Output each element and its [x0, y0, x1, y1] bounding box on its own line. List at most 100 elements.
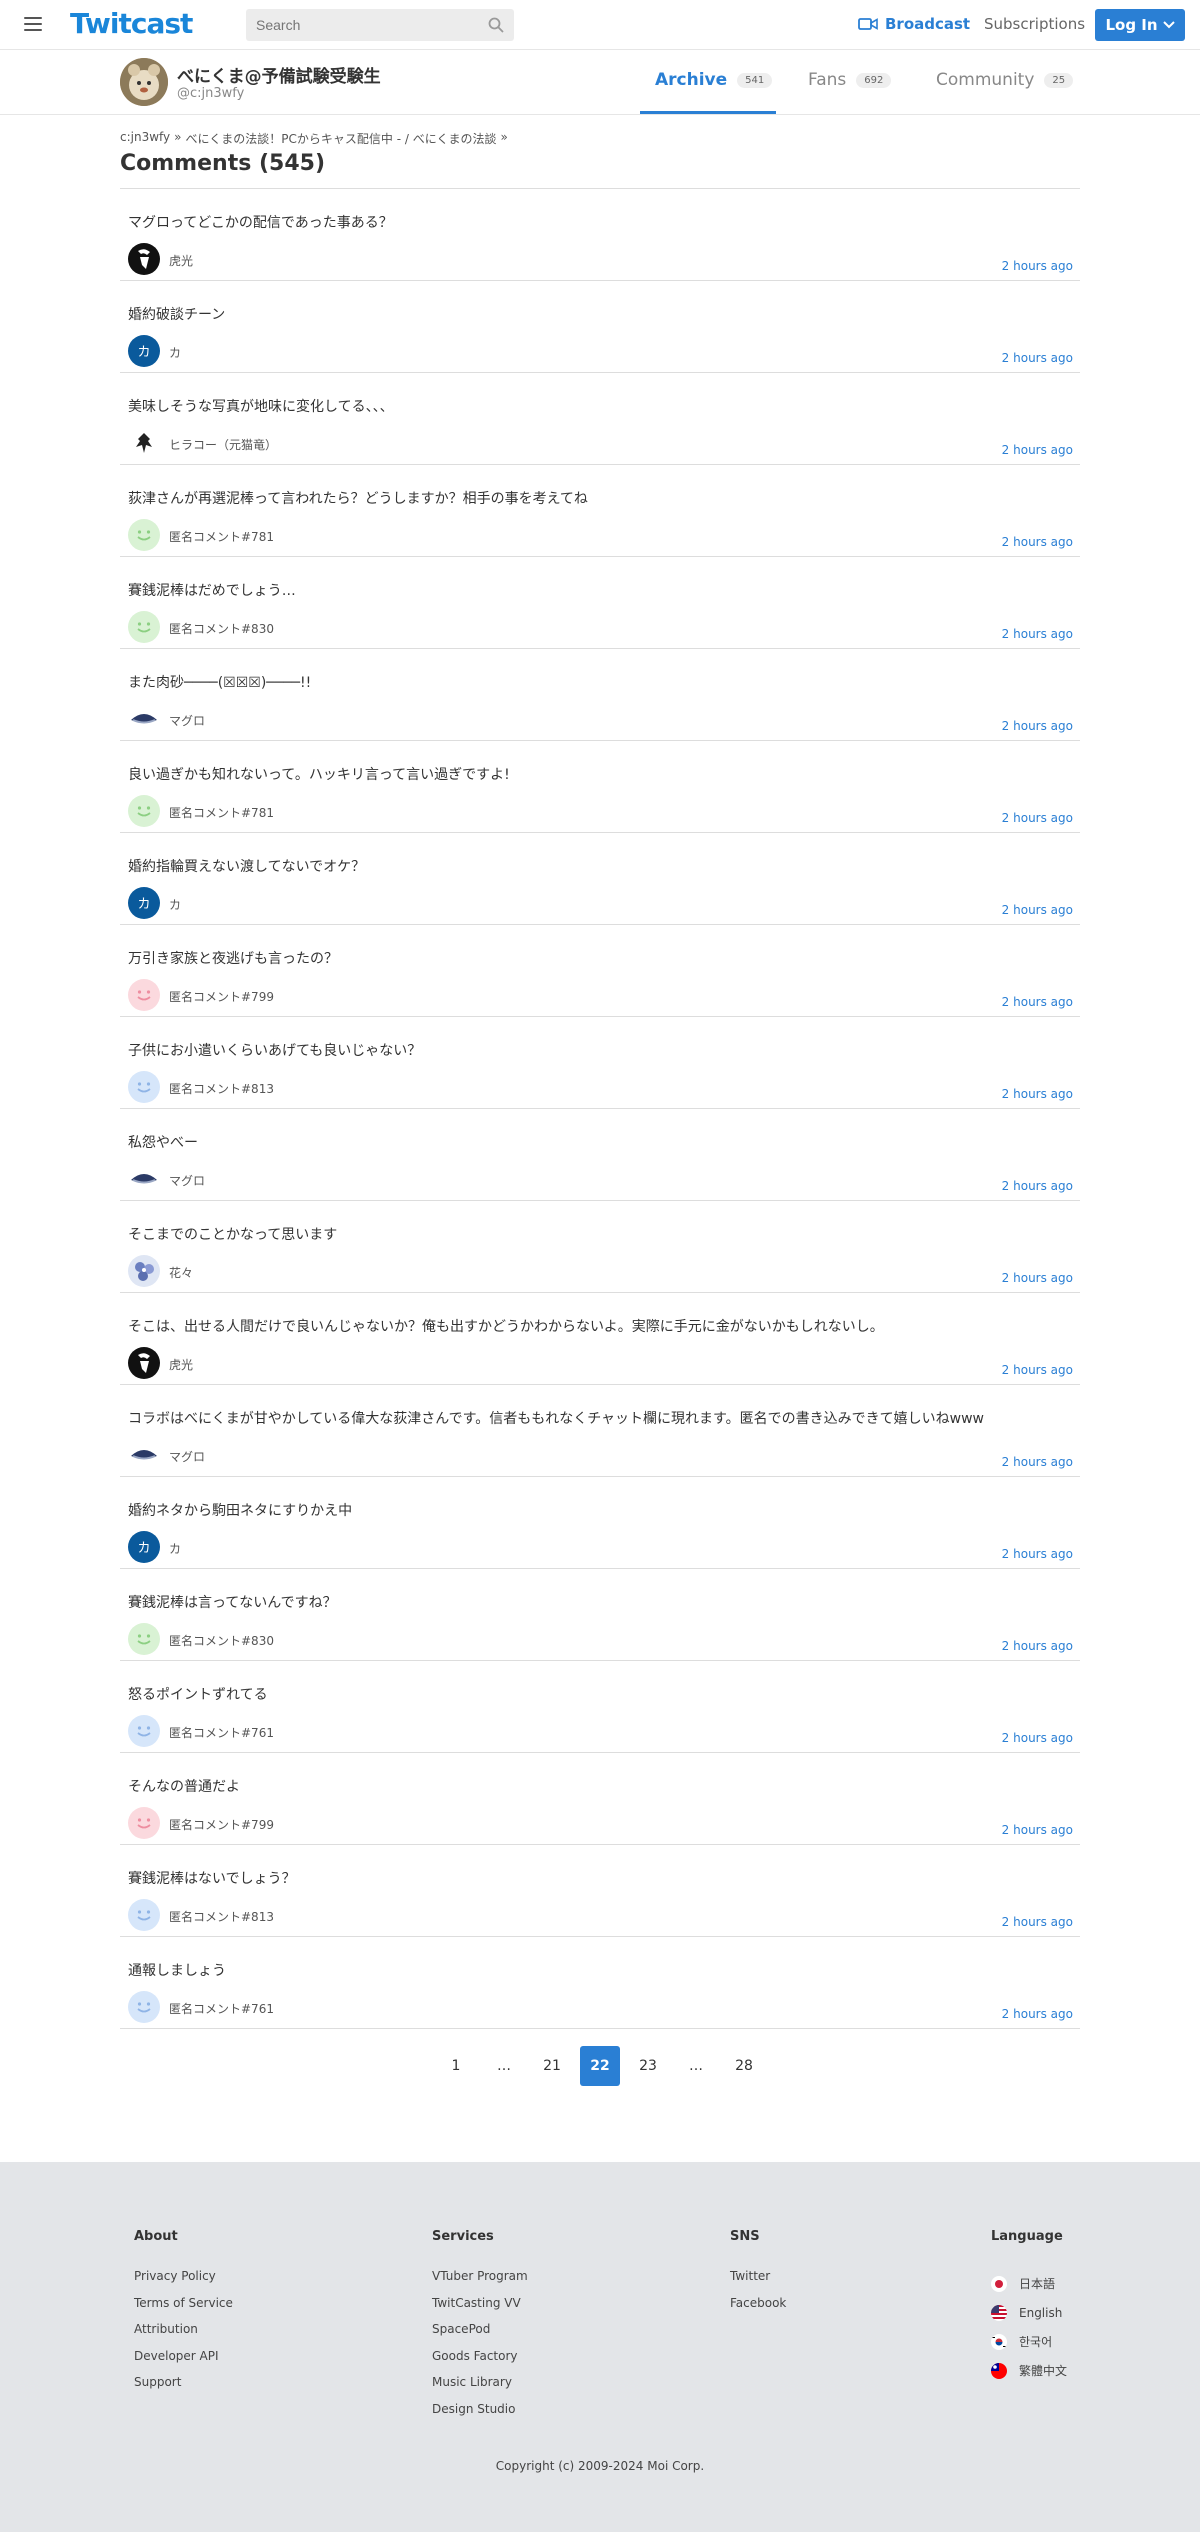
- footer-link-support[interactable]: Support: [134, 2375, 233, 2402]
- footer-link-twitter[interactable]: Twitter: [730, 2269, 786, 2296]
- comment-author[interactable]: カ: [169, 1540, 181, 1557]
- comment-timestamp[interactable]: 2 hours ago: [1002, 351, 1073, 365]
- avatar[interactable]: [128, 1715, 160, 1747]
- comment-timestamp[interactable]: 2 hours ago: [1002, 1731, 1073, 1745]
- comment-author[interactable]: 匿名コメント#830: [169, 1632, 274, 1649]
- footer-link-facebook[interactable]: Facebook: [730, 2296, 786, 2323]
- comment-timestamp[interactable]: 2 hours ago: [1002, 535, 1073, 549]
- avatar[interactable]: [128, 795, 160, 827]
- footer-link-terms[interactable]: Terms of Service: [134, 2296, 233, 2323]
- comment-author[interactable]: 匿名コメント#830: [169, 620, 274, 637]
- search-icon[interactable]: [488, 17, 504, 33]
- avatar[interactable]: カ: [128, 1531, 160, 1563]
- footer-link-vv[interactable]: TwitCasting VV: [432, 2296, 528, 2323]
- comment-timestamp[interactable]: 2 hours ago: [1002, 1547, 1073, 1561]
- comment-author[interactable]: 花々: [169, 1264, 193, 1281]
- comment-timestamp[interactable]: 2 hours ago: [1002, 1087, 1073, 1101]
- comment-timestamp[interactable]: 2 hours ago: [1002, 903, 1073, 917]
- pagination-page[interactable]: 28: [724, 2046, 764, 2086]
- avatar[interactable]: [128, 519, 160, 551]
- comment-timestamp[interactable]: 2 hours ago: [1002, 627, 1073, 641]
- avatar[interactable]: [128, 427, 160, 459]
- comment-author[interactable]: カ: [169, 896, 181, 913]
- comment-timestamp[interactable]: 2 hours ago: [1002, 719, 1073, 733]
- comment-timestamp[interactable]: 2 hours ago: [1002, 1363, 1073, 1377]
- avatar[interactable]: カ: [128, 887, 160, 919]
- comment-timestamp[interactable]: 2 hours ago: [1002, 1271, 1073, 1285]
- language-option-en[interactable]: English: [991, 2298, 1067, 2327]
- avatar[interactable]: [120, 58, 168, 106]
- comment-author[interactable]: 匿名コメント#813: [169, 1080, 274, 1097]
- comment-timestamp[interactable]: 2 hours ago: [1002, 995, 1073, 1009]
- footer-link-music[interactable]: Music Library: [432, 2375, 528, 2402]
- footer-link-design[interactable]: Design Studio: [432, 2402, 528, 2429]
- logo[interactable]: Twitcast: [70, 7, 193, 40]
- footer-link-attribution[interactable]: Attribution: [134, 2322, 233, 2349]
- menu-icon[interactable]: [24, 17, 42, 31]
- comment-author[interactable]: カ: [169, 344, 181, 361]
- avatar[interactable]: [128, 1347, 160, 1379]
- comment-author[interactable]: 虎光: [169, 1356, 193, 1373]
- footer-link-developer-api[interactable]: Developer API: [134, 2349, 233, 2376]
- comment-timestamp[interactable]: 2 hours ago: [1002, 1639, 1073, 1653]
- avatar[interactable]: [128, 703, 160, 735]
- pagination-page[interactable]: 22: [580, 2046, 620, 2086]
- footer-link-vtuber[interactable]: VTuber Program: [432, 2269, 528, 2296]
- comment-timestamp[interactable]: 2 hours ago: [1002, 1915, 1073, 1929]
- comment-author[interactable]: 匿名コメント#781: [169, 528, 274, 545]
- avatar[interactable]: [128, 1255, 160, 1287]
- user-name[interactable]: べにくま@予備試験受験生: [177, 62, 381, 87]
- comment-author[interactable]: 匿名コメント#799: [169, 988, 274, 1005]
- subscriptions-link[interactable]: Subscriptions: [984, 15, 1085, 33]
- comment-timestamp[interactable]: 2 hours ago: [1002, 1455, 1073, 1469]
- comment-author[interactable]: マグロ: [169, 1172, 205, 1189]
- comment-timestamp[interactable]: 2 hours ago: [1002, 259, 1073, 273]
- comment-item: コラボはべにくまが甘やかしている偉大な荻津さんです。信者ももれなくチャット欄に現…: [120, 1385, 1080, 1477]
- comment-author[interactable]: 匿名コメント#761: [169, 2000, 274, 2017]
- tab-fans[interactable]: Fans 692: [808, 70, 892, 90]
- comment-author[interactable]: 匿名コメント#781: [169, 804, 274, 821]
- avatar[interactable]: [128, 979, 160, 1011]
- comment-author[interactable]: マグロ: [169, 712, 205, 729]
- avatar[interactable]: [128, 1991, 160, 2023]
- comment-timestamp[interactable]: 2 hours ago: [1002, 1823, 1073, 1837]
- breadcrumb-item-user[interactable]: c:jn3wfy: [120, 130, 170, 146]
- avatar[interactable]: [128, 1071, 160, 1103]
- comment-author[interactable]: マグロ: [169, 1448, 205, 1465]
- comment-author[interactable]: 匿名コメント#813: [169, 1908, 274, 1925]
- language-option-ja[interactable]: 日本語: [991, 2269, 1067, 2298]
- tab-archive[interactable]: Archive 541: [655, 70, 773, 90]
- avatar[interactable]: [128, 1807, 160, 1839]
- pagination-page[interactable]: 23: [628, 2046, 668, 2086]
- tab-community[interactable]: Community 25: [936, 70, 1074, 90]
- search-input[interactable]: [246, 10, 474, 40]
- breadcrumb-item-movie[interactable]: べにくまの法談！PCからキャス配信中 - / べにくまの法談: [186, 130, 497, 146]
- footer-heading: About: [134, 2229, 178, 2244]
- comment-author[interactable]: 虎光: [169, 252, 193, 269]
- footer-link-goods[interactable]: Goods Factory: [432, 2349, 528, 2376]
- language-option-ko[interactable]: 한국어: [991, 2327, 1067, 2356]
- avatar[interactable]: [128, 1899, 160, 1931]
- footer-link-spacepod[interactable]: SpacePod: [432, 2322, 528, 2349]
- comment-timestamp[interactable]: 2 hours ago: [1002, 443, 1073, 457]
- pagination-page[interactable]: 21: [532, 2046, 572, 2086]
- comment-author[interactable]: 匿名コメント#761: [169, 1724, 274, 1741]
- comment-timestamp[interactable]: 2 hours ago: [1002, 811, 1073, 825]
- comment-text: 婚約破談チーン: [128, 307, 226, 323]
- comment-timestamp[interactable]: 2 hours ago: [1002, 2007, 1073, 2021]
- login-button[interactable]: Log In: [1095, 9, 1185, 41]
- avatar[interactable]: カ: [128, 335, 160, 367]
- pagination-page[interactable]: 1: [436, 2046, 476, 2086]
- search-box: [246, 9, 514, 41]
- comment-author[interactable]: 匿名コメント#799: [169, 1816, 274, 1833]
- footer-link-privacy[interactable]: Privacy Policy: [134, 2269, 233, 2296]
- broadcast-link[interactable]: Broadcast: [858, 15, 970, 33]
- comment-timestamp[interactable]: 2 hours ago: [1002, 1179, 1073, 1193]
- language-option-zh-tw[interactable]: 繁體中文: [991, 2356, 1067, 2385]
- avatar[interactable]: [128, 1163, 160, 1195]
- avatar[interactable]: [128, 1623, 160, 1655]
- avatar[interactable]: [128, 611, 160, 643]
- avatar[interactable]: [128, 243, 160, 275]
- avatar[interactable]: [128, 1439, 160, 1471]
- comment-author[interactable]: ヒラコー（元猫竜）: [169, 436, 277, 453]
